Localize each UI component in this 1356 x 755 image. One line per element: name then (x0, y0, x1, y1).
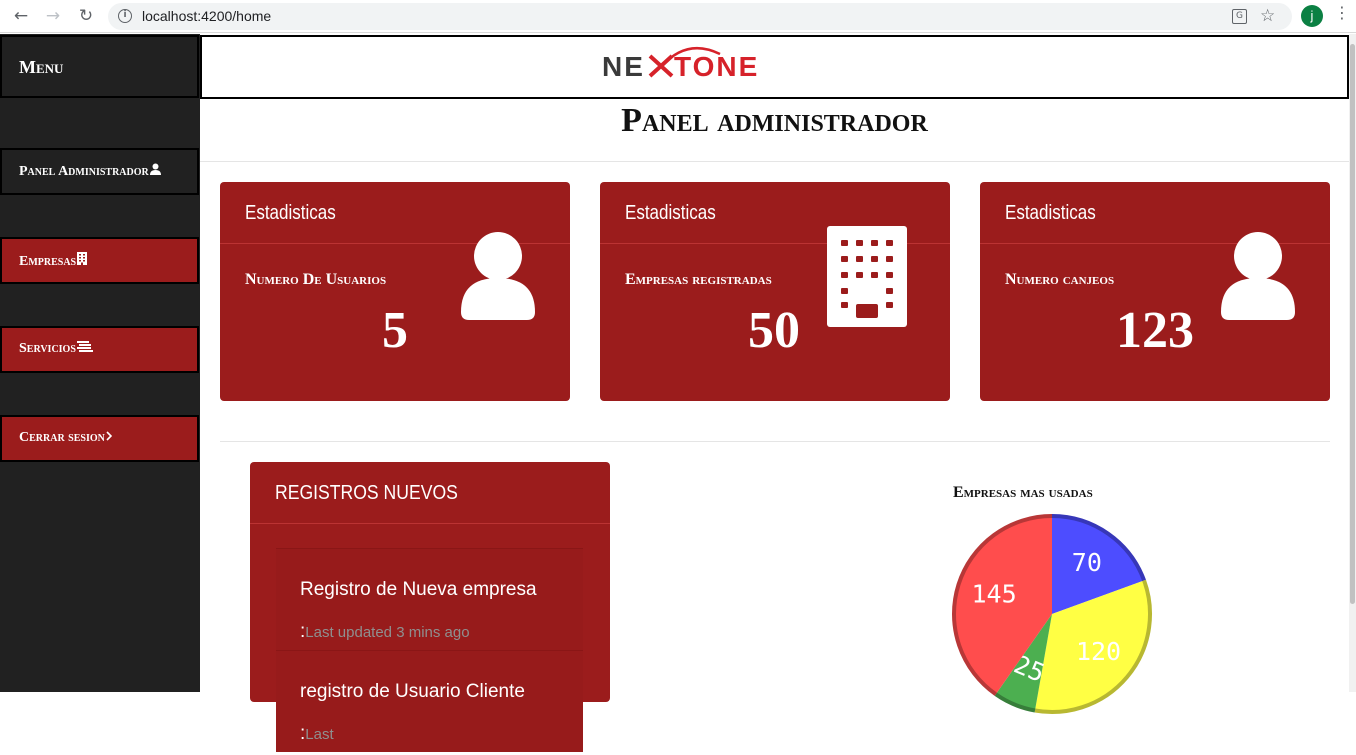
profile-avatar[interactable]: j (1301, 5, 1323, 27)
back-icon[interactable]: ← (10, 5, 32, 27)
sidebar-item-panel-administrador[interactable]: Panel Administrador (0, 148, 199, 195)
card-value: 123 (1116, 302, 1194, 359)
card-value: 5 (382, 302, 408, 359)
pie-slice-label: 70 (1072, 548, 1102, 577)
info-icon[interactable]: i (118, 9, 132, 23)
svg-text:TONE: TONE (674, 51, 759, 82)
sidebar-item-label: Servicios (19, 341, 76, 356)
stat-card-empresas: Estadisticas Empresas registradas 50 (600, 182, 950, 401)
nextone-logo[interactable]: NE TONE (602, 44, 774, 88)
browser-toolbar: ← → ↻ i localhost:4200/home G ☆ j ⋮ (0, 0, 1356, 33)
pie-slice-label: 120 (1076, 637, 1121, 666)
stat-card-usuarios: Estadisticas Numero De Usuarios 5 (220, 182, 570, 401)
card-label: Numero De Usuarios (245, 271, 387, 288)
pie-chart-svg: 7012025145 (952, 514, 1152, 714)
registro-meta: Last updated 3 mins ago (305, 624, 470, 641)
sidebar-item-label: Panel Administrador (19, 164, 149, 179)
card-value: 50 (748, 302, 800, 359)
card-label: Empresas registradas (625, 271, 772, 288)
reload-icon[interactable]: ↻ (75, 5, 97, 27)
page-title: Panel administrador (200, 100, 1349, 162)
bookmark-star-icon[interactable]: ☆ (1260, 6, 1275, 26)
chevron-right-icon (106, 430, 112, 444)
chart-title: Empresas mas usadas (953, 484, 1093, 501)
url-text[interactable]: localhost:4200/home (142, 8, 271, 24)
user-icon (149, 163, 161, 178)
address-bar[interactable]: i localhost:4200/home G ☆ (108, 3, 1292, 30)
registro-title: registro de Usuario Cliente : (300, 681, 525, 744)
more-menu-icon[interactable]: ⋮ (1334, 3, 1350, 22)
sidebar-item-servicios[interactable]: Servicios (0, 326, 199, 373)
list-icon (76, 341, 93, 355)
scrollbar[interactable] (1349, 34, 1356, 692)
scrollbar-thumb[interactable] (1350, 44, 1355, 604)
logo-text-nex: NE (602, 51, 645, 82)
building-icon (77, 252, 88, 268)
registro-meta: Last (305, 726, 334, 743)
sidebar-item-cerrar-sesion[interactable]: Cerrar sesion (0, 415, 199, 462)
sidebar-item-empresas[interactable]: Empresas (0, 237, 199, 284)
logo-header: NE TONE (200, 35, 1349, 99)
translate-icon[interactable]: G (1232, 9, 1247, 24)
card-label: Numero canjeos (1005, 271, 1115, 288)
list-item[interactable]: Registro de Nueva empresa :Last updated … (276, 548, 583, 650)
list-item[interactable]: registro de Usuario Cliente :Last (276, 650, 583, 752)
sidebar-item-label: Empresas (19, 254, 77, 269)
building-icon (827, 226, 907, 332)
user-icon (1221, 232, 1295, 325)
sidebar-item-label: Cerrar sesion (19, 430, 105, 445)
pie-slice-label: 145 (971, 580, 1016, 609)
sidebar: Menu Panel Administrador Empresas Servic… (0, 34, 200, 692)
section-divider (220, 441, 1330, 442)
registros-panel: REGISTROS NUEVOS Registro de Nueva empre… (250, 462, 610, 752)
registros-heading: REGISTROS NUEVOS (250, 462, 610, 524)
forward-icon[interactable]: → (42, 5, 64, 27)
pie-chart: 70 120 25 145 (951, 513, 1153, 715)
stat-card-canjeos: Estadisticas Numero canjeos 123 (980, 182, 1330, 401)
menu-title: Menu (0, 35, 199, 98)
user-icon (461, 232, 535, 325)
